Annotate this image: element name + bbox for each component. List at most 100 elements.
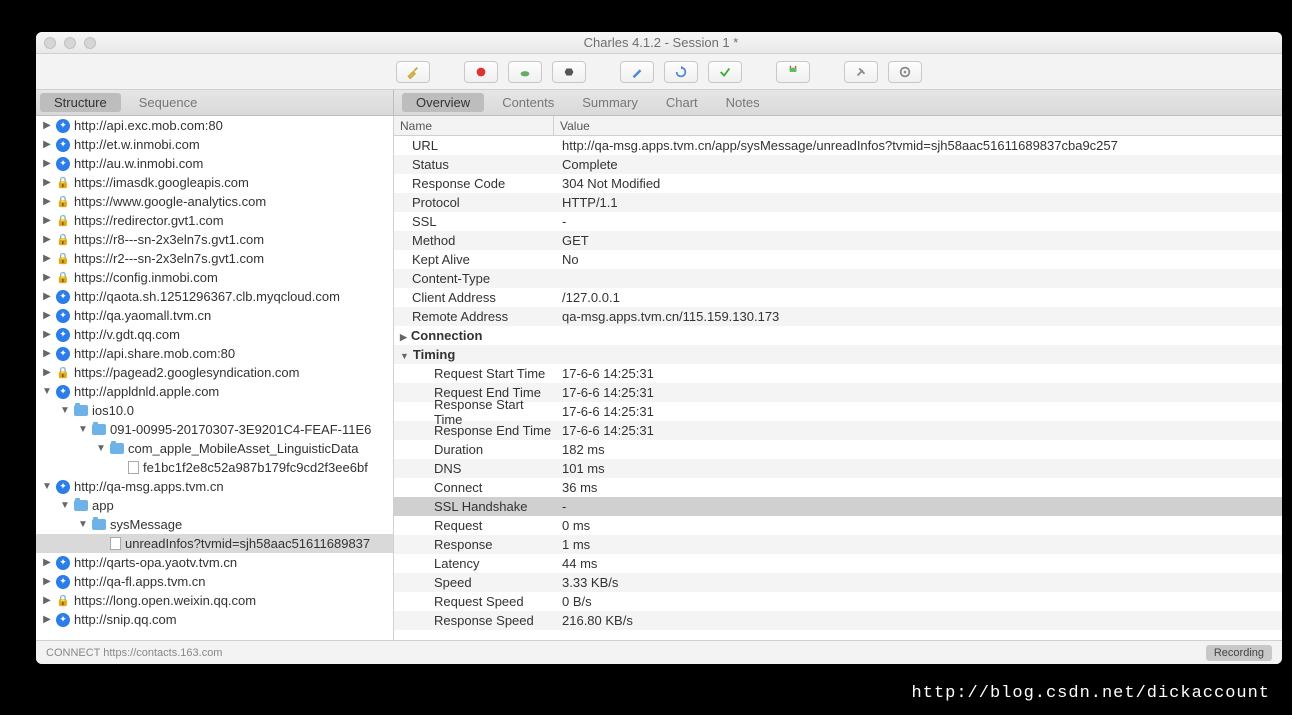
disclosure-arrow[interactable]: ▶	[42, 614, 52, 625]
tab-summary[interactable]: Summary	[568, 90, 652, 115]
disclosure-arrow[interactable]: ▶	[42, 215, 52, 226]
detail-row[interactable]: SSL-	[394, 212, 1282, 231]
detail-row[interactable]: Client Address/127.0.0.1	[394, 288, 1282, 307]
tree-row[interactable]: ▶✦http://v.gdt.qq.com	[36, 325, 393, 344]
detail-row[interactable]: MethodGET	[394, 231, 1282, 250]
validate-button[interactable]	[708, 61, 742, 83]
tree-row[interactable]: ▶🔒https://r2---sn-2x3eln7s.gvt1.com	[36, 249, 393, 268]
tree-row[interactable]: ▶✦http://snip.qq.com	[36, 610, 393, 629]
tree-row[interactable]: fe1bc1f2e8c52a987b179fc9cd2f3ee6bf	[36, 458, 393, 477]
detail-row[interactable]: Request Speed0 B/s	[394, 592, 1282, 611]
disclosure-arrow[interactable]: ▶	[42, 291, 52, 302]
disclosure-arrow[interactable]: ▶	[42, 177, 52, 188]
tree-row[interactable]: ▶✦http://au.w.inmobi.com	[36, 154, 393, 173]
disclosure-arrow[interactable]: ▼	[78, 519, 88, 530]
tree-row[interactable]: ▶✦http://qa.yaomall.tvm.cn	[36, 306, 393, 325]
disclosure-arrow[interactable]: ▶	[42, 253, 52, 264]
tree-row[interactable]: ▶✦http://api.share.mob.com:80	[36, 344, 393, 363]
disclosure-arrow[interactable]: ▶	[42, 272, 52, 283]
tree-row[interactable]: ▶✦http://qa-fl.apps.tvm.cn	[36, 572, 393, 591]
detail-row[interactable]: Duration182 ms	[394, 440, 1282, 459]
detail-row[interactable]: Response Speed216.80 KB/s	[394, 611, 1282, 630]
tree-row[interactable]: ▶✦http://qarts-opa.yaotv.tvm.cn	[36, 553, 393, 572]
tree-row[interactable]: ▶🔒https://www.google-analytics.com	[36, 192, 393, 211]
compose-button[interactable]	[620, 61, 654, 83]
detail-row[interactable]: Remote Addressqa-msg.apps.tvm.cn/115.159…	[394, 307, 1282, 326]
detail-row[interactable]: StatusComplete	[394, 155, 1282, 174]
tools-button[interactable]	[776, 61, 810, 83]
tab-chart[interactable]: Chart	[652, 90, 712, 115]
repeat-button[interactable]	[664, 61, 698, 83]
throttle-button[interactable]	[508, 61, 542, 83]
tree-row[interactable]: ▶🔒https://long.open.weixin.qq.com	[36, 591, 393, 610]
tab-structure[interactable]: Structure	[40, 93, 121, 112]
disclosure-arrow[interactable]: ▶	[42, 196, 52, 207]
broom-button[interactable]	[396, 61, 430, 83]
tree-row[interactable]: ▼✦http://qa-msg.apps.tvm.cn	[36, 477, 393, 496]
tab-contents[interactable]: Contents	[488, 90, 568, 115]
disclosure-arrow[interactable]: ▶	[42, 557, 52, 568]
tab-notes[interactable]: Notes	[712, 90, 774, 115]
record-button[interactable]	[464, 61, 498, 83]
disclosure-arrow[interactable]: ▶	[42, 348, 52, 359]
detail-row[interactable]: ProtocolHTTP/1.1	[394, 193, 1282, 212]
disclosure-arrow[interactable]: ▼	[60, 405, 70, 416]
disclosure-arrow[interactable]: ▼	[42, 481, 52, 492]
col-value[interactable]: Value	[554, 116, 1282, 135]
col-name[interactable]: Name	[394, 116, 554, 135]
detail-row[interactable]: Latency44 ms	[394, 554, 1282, 573]
detail-row[interactable]: Request0 ms	[394, 516, 1282, 535]
disclosure-arrow[interactable]: ▼	[42, 386, 52, 397]
tree-row[interactable]: ▼com_apple_MobileAsset_LinguisticData	[36, 439, 393, 458]
detail-row[interactable]: Response Start Time17-6-6 14:25:31	[394, 402, 1282, 421]
detail-row[interactable]: Request Start Time17-6-6 14:25:31	[394, 364, 1282, 383]
detail-row[interactable]: DNS101 ms	[394, 459, 1282, 478]
detail-row[interactable]: Kept AliveNo	[394, 250, 1282, 269]
close-dot[interactable]	[44, 37, 56, 49]
disclosure-arrow[interactable]: ▶	[42, 595, 52, 606]
detail-row[interactable]: Speed3.33 KB/s	[394, 573, 1282, 592]
tree-row[interactable]: ▼sysMessage	[36, 515, 393, 534]
tree-row[interactable]: ▼ios10.0	[36, 401, 393, 420]
disclosure-arrow[interactable]: ▶	[42, 310, 52, 321]
tree-row[interactable]: unreadInfos?tvmid=sjh58aac51611689837	[36, 534, 393, 553]
zoom-dot[interactable]	[84, 37, 96, 49]
disclosure-arrow[interactable]: ▶	[42, 158, 52, 169]
detail-group[interactable]: Timing	[394, 345, 1282, 364]
detail-row[interactable]: Response Code304 Not Modified	[394, 174, 1282, 193]
tree-row[interactable]: ▼091-00995-20170307-3E9201C4-FEAF-11E6	[36, 420, 393, 439]
tree-row[interactable]: ▶🔒https://config.inmobi.com	[36, 268, 393, 287]
tab-overview[interactable]: Overview	[402, 93, 484, 112]
detail-row[interactable]: Response1 ms	[394, 535, 1282, 554]
detail-row[interactable]: Content-Type	[394, 269, 1282, 288]
detail-group[interactable]: Connection	[394, 326, 1282, 345]
disclosure-arrow[interactable]: ▼	[60, 500, 70, 511]
tree-row[interactable]: ▼✦http://appldnld.apple.com	[36, 382, 393, 401]
settings-button[interactable]	[888, 61, 922, 83]
disclosure-arrow[interactable]: ▼	[78, 424, 88, 435]
disclosure-arrow[interactable]: ▼	[96, 443, 106, 454]
detail-row[interactable]: URLhttp://qa-msg.apps.tvm.cn/app/sysMess…	[394, 136, 1282, 155]
breakpoints-button[interactable]	[552, 61, 586, 83]
detail-row[interactable]: SSL Handshake-	[394, 497, 1282, 516]
wrench-button[interactable]	[844, 61, 878, 83]
tree-row[interactable]: ▶🔒https://r8---sn-2x3eln7s.gvt1.com	[36, 230, 393, 249]
tree-row[interactable]: ▶🔒https://imasdk.googleapis.com	[36, 173, 393, 192]
disclosure-arrow[interactable]: ▶	[42, 367, 52, 378]
disclosure-arrow[interactable]: ▶	[42, 120, 52, 131]
disclosure-arrow[interactable]: ▶	[42, 576, 52, 587]
tree-row[interactable]: ▶✦http://et.w.inmobi.com	[36, 135, 393, 154]
tree-row[interactable]: ▶🔒https://redirector.gvt1.com	[36, 211, 393, 230]
disclosure-arrow[interactable]: ▶	[42, 139, 52, 150]
detail-body[interactable]: URLhttp://qa-msg.apps.tvm.cn/app/sysMess…	[394, 136, 1282, 640]
tree-row[interactable]: ▶✦http://qaota.sh.1251296367.clb.myqclou…	[36, 287, 393, 306]
structure-tree[interactable]: ▶✦http://api.exc.mob.com:80▶✦http://et.w…	[36, 116, 394, 640]
tree-row[interactable]: ▼app	[36, 496, 393, 515]
minimize-dot[interactable]	[64, 37, 76, 49]
disclosure-arrow[interactable]: ▶	[42, 234, 52, 245]
tree-row[interactable]: ▶🔒https://pagead2.googlesyndication.com	[36, 363, 393, 382]
tree-row[interactable]: ▶✦http://api.exc.mob.com:80	[36, 116, 393, 135]
tab-sequence[interactable]: Sequence	[125, 90, 212, 115]
detail-row[interactable]: Connect36 ms	[394, 478, 1282, 497]
disclosure-arrow[interactable]: ▶	[42, 329, 52, 340]
